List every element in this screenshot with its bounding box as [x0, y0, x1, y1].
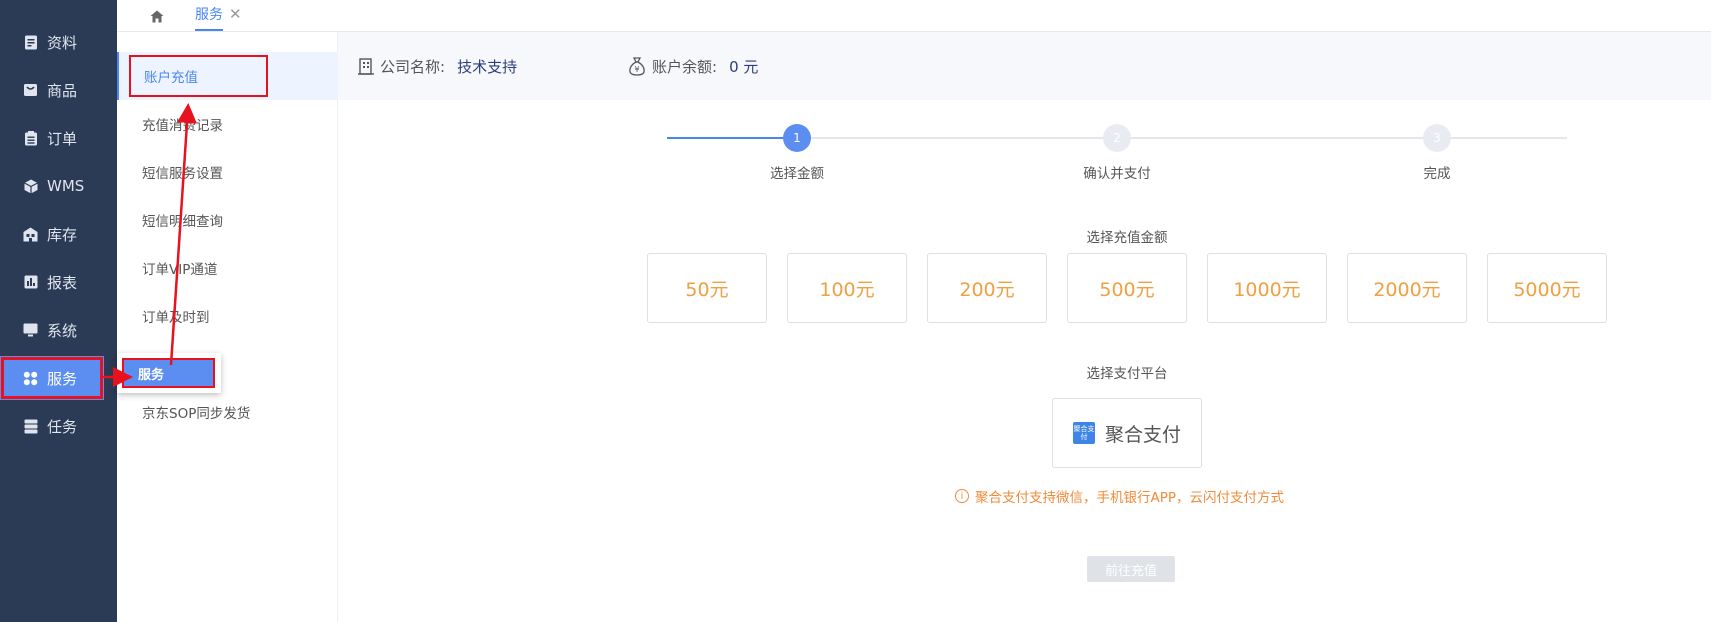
aggregate-pay-logo-icon: 聚合支付	[1072, 422, 1095, 444]
step-1-dot: 1	[783, 124, 811, 152]
monitor-icon	[23, 323, 38, 338]
nav-item-orders[interactable]: 订单	[0, 116, 117, 160]
nav-item-service[interactable]: 服务	[0, 356, 104, 400]
balance-label: 账户余额:	[652, 57, 718, 76]
step-2-label: 确认并支付	[1083, 166, 1151, 182]
tip-text: 聚合支付支持微信，手机银行APP，云闪付支付方式	[975, 490, 1285, 506]
submenu-item-jd-sop[interactable]: 京东SOP同步发货	[117, 388, 338, 436]
submenu-item-sms-settings[interactable]: 短信服务设置	[117, 148, 338, 196]
balance-value: 0 元	[729, 57, 759, 76]
step-1-label: 选择金额	[770, 166, 824, 182]
submenu-item-vip-channel[interactable]: 订单VIP通道	[117, 244, 338, 292]
money-bag-icon: ¥	[629, 56, 645, 76]
document-icon	[23, 35, 38, 50]
step-line-done	[667, 137, 797, 139]
amount-option-500[interactable]: 500元	[1067, 253, 1187, 323]
submenu-item-sms-details[interactable]: 短信明细查询	[117, 196, 338, 244]
nav-item-system[interactable]: 系统	[0, 308, 117, 352]
progress-steps: 1 2 3 选择金额 确认并支付 完成	[667, 120, 1567, 182]
submenu-label: 京东SOP同步发货	[142, 406, 251, 422]
nav-item-products[interactable]: 商品	[0, 68, 117, 112]
step-2-dot: 2	[1103, 124, 1131, 152]
step-3-dot: 3	[1423, 124, 1451, 152]
pay-tip: i 聚合支付支持微信，手机银行APP，云闪付支付方式	[955, 486, 1284, 506]
step-line-pending	[797, 137, 1567, 139]
service-submenu: 账户充值 充值消费记录 短信服务设置 短信明细查询 订单VIP通道 订单及时到 …	[117, 32, 338, 622]
popup-service-item[interactable]: 服务	[122, 358, 215, 388]
submenu-label: 订单VIP通道	[142, 262, 218, 278]
nav-label: 服务	[47, 369, 78, 388]
warehouse-icon	[23, 227, 38, 242]
service-popup: 服务	[117, 353, 221, 393]
nav-label: 系统	[47, 321, 78, 340]
svg-text:¥: ¥	[634, 65, 639, 74]
amount-option-1000[interactable]: 1000元	[1207, 253, 1327, 323]
nav-item-profile[interactable]: 资料	[0, 20, 117, 64]
shop-icon	[23, 83, 38, 98]
info-icon: i	[955, 489, 969, 503]
go-recharge-button[interactable]: 前往充值	[1087, 556, 1175, 582]
tab-service[interactable]: 服务 ✕	[195, 4, 242, 31]
company-value: 技术支持	[457, 57, 518, 76]
main-sidebar: 资料 商品 订单 WMS 库存 报表 系统 服务 任务	[0, 0, 117, 622]
account-info-bar: 公司名称: 技术支持 ¥ 账户余额: 0 元	[338, 32, 1711, 100]
nav-label: 商品	[47, 81, 78, 100]
clipboard-icon	[23, 130, 38, 146]
nav-item-reports[interactable]: 报表	[0, 260, 117, 304]
nav-label: WMS	[47, 177, 85, 195]
submenu-item-timely-delivery[interactable]: 订单及时到	[117, 292, 338, 340]
amount-option-5000[interactable]: 5000元	[1487, 253, 1607, 323]
submenu-label: 订单及时到	[142, 310, 210, 326]
nav-label: 报表	[47, 273, 78, 292]
building-icon	[358, 57, 374, 75]
highlight-box	[129, 55, 268, 97]
grid-icon	[23, 371, 38, 386]
nav-item-inventory[interactable]: 库存	[0, 212, 117, 256]
step-3-label: 完成	[1423, 166, 1451, 182]
nav-item-wms[interactable]: WMS	[0, 164, 117, 208]
submenu-label: 充值消费记录	[142, 118, 223, 134]
amount-option-50[interactable]: 50元	[647, 253, 767, 323]
tab-underline	[195, 29, 223, 31]
nav-item-tasks[interactable]: 任务	[0, 404, 117, 448]
company-info: 公司名称: 技术支持	[358, 32, 517, 100]
submenu-label: 短信服务设置	[142, 166, 223, 182]
amount-section-title: 选择充值金额	[1086, 230, 1168, 246]
nav-label: 库存	[47, 225, 78, 244]
balance-info: ¥ 账户余额: 0 元	[628, 32, 758, 100]
tab-label: 服务	[195, 7, 223, 23]
submenu-label: 短信明细查询	[142, 214, 223, 230]
home-tab[interactable]	[147, 6, 167, 26]
pay-option-aggregate[interactable]: 聚合支付 聚合支付	[1052, 398, 1202, 468]
pay-section-title: 选择支付平台	[1086, 366, 1168, 382]
close-icon[interactable]: ✕	[229, 5, 242, 23]
home-icon	[150, 10, 164, 22]
nav-label: 订单	[47, 129, 78, 148]
popup-label: 服务	[138, 367, 165, 383]
amount-option-200[interactable]: 200元	[927, 253, 1047, 323]
amount-option-2000[interactable]: 2000元	[1347, 253, 1467, 323]
bar-chart-icon	[23, 275, 38, 290]
nav-label: 资料	[47, 33, 78, 52]
amount-option-100[interactable]: 100元	[787, 253, 907, 323]
tab-bar: 服务 ✕	[117, 0, 1711, 32]
server-icon	[23, 419, 38, 434]
cube-icon	[23, 179, 38, 194]
submenu-item-recharge[interactable]: 账户充值	[117, 52, 338, 100]
nav-label: 任务	[47, 417, 78, 436]
company-label: 公司名称:	[380, 57, 446, 76]
submenu-item-records[interactable]: 充值消费记录	[117, 100, 338, 148]
pay-option-label: 聚合支付	[1104, 423, 1181, 446]
